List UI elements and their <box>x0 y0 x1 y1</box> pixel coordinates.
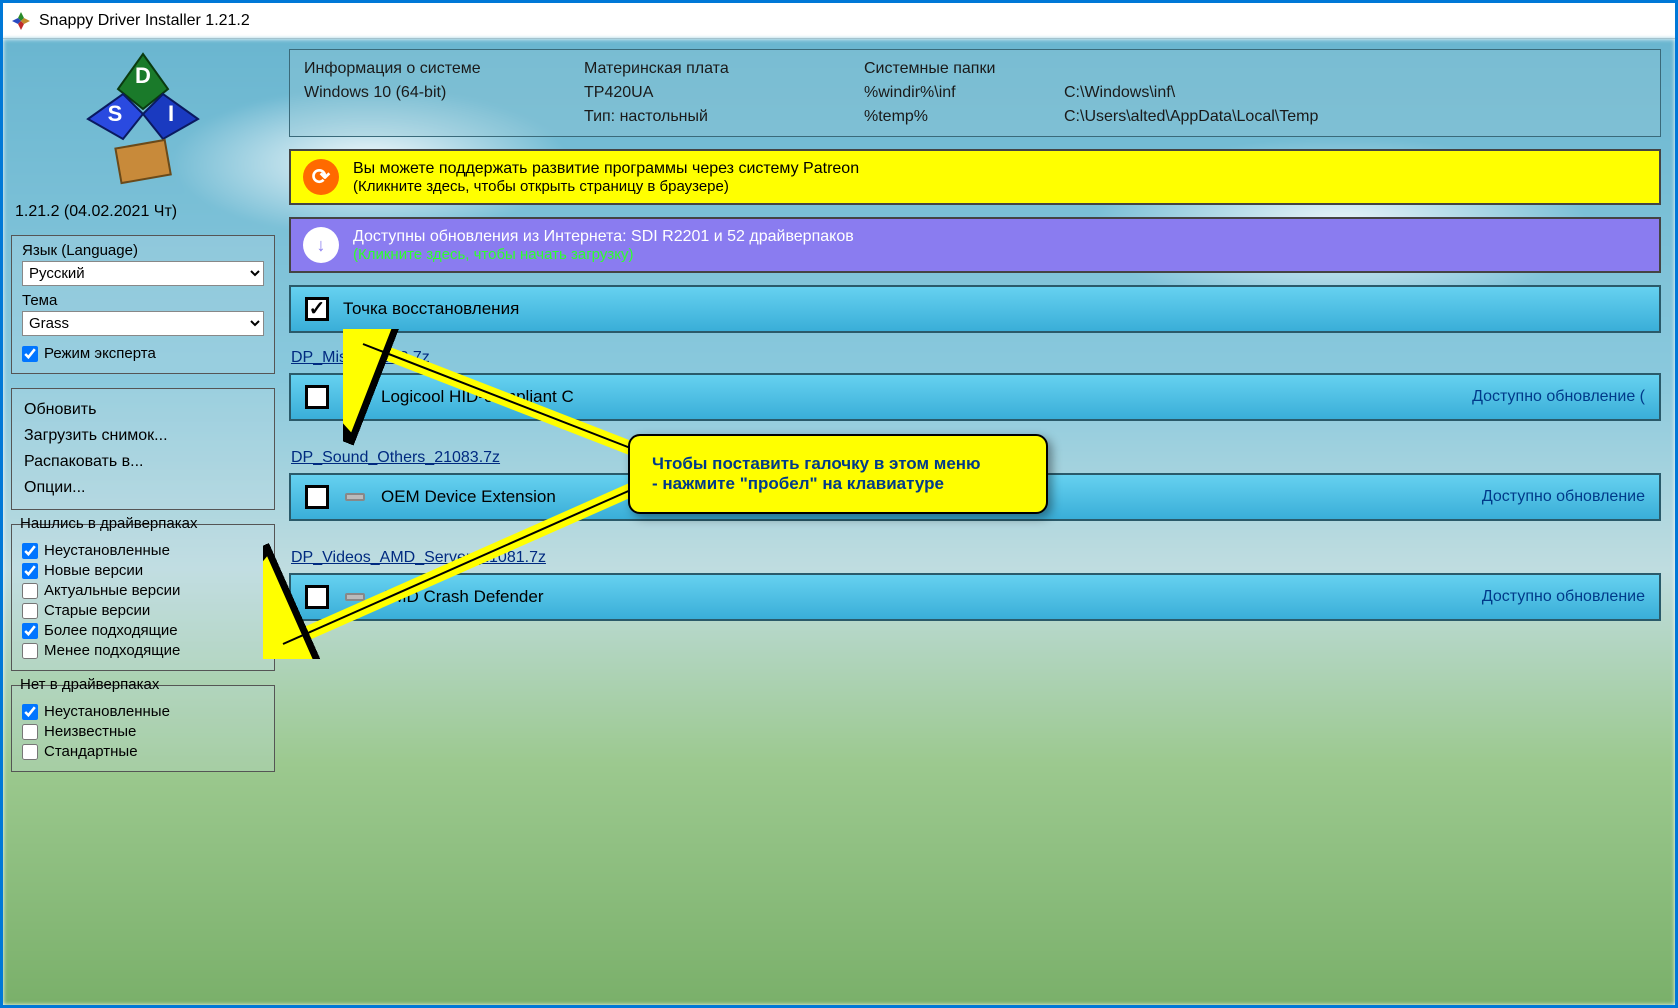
restore-point-row[interactable]: Точка восстановления <box>289 285 1661 333</box>
action-extract[interactable]: Распаковать в... <box>22 449 264 475</box>
driver-status: Доступно обновление ( <box>1472 388 1645 406</box>
app-logo: D S I <box>63 49 223 189</box>
notfound-item[interactable]: Стандартные <box>22 743 264 760</box>
svg-text:I: I <box>168 101 174 126</box>
updates-line2: (Кликните здесь, чтобы начать загрузку) <box>353 246 854 263</box>
driver-name: AMD Crash Defender <box>381 587 544 607</box>
actions-panel: Обновить Загрузить снимок... Распаковать… <box>11 388 275 510</box>
patreon-line1: Вы можете поддержать развитие программы … <box>353 160 859 178</box>
sysinfo-temp: %temp% <box>864 108 1064 126</box>
found-item[interactable]: Неустановленные <box>22 542 264 559</box>
driver-checkbox[interactable] <box>305 485 329 509</box>
sysinfo-type: Тип: настольный <box>584 108 864 126</box>
patreon-icon: ⟳ <box>303 159 339 195</box>
action-refresh[interactable]: Обновить <box>22 397 264 423</box>
device-icon <box>343 487 367 507</box>
driver-status: Доступно обновление <box>1482 588 1645 606</box>
restore-point-checkbox[interactable] <box>305 297 329 321</box>
action-load-snapshot[interactable]: Загрузить снимок... <box>22 423 264 449</box>
driver-row[interactable]: Logicool HID-compliant C Доступно обновле… <box>289 373 1661 421</box>
tutorial-callout: Чтобы поставить галочку в этом меню - на… <box>628 434 1048 514</box>
sysinfo-windir-path: C:\Windows\inf\ <box>1064 84 1646 102</box>
found-item[interactable]: Новые версии <box>22 562 264 579</box>
lang-label: Язык (Language) <box>22 242 264 259</box>
svg-text:D: D <box>135 63 151 88</box>
driver-group: DP_Videos_AMD_Server_21081.7zAMD Crash D… <box>289 545 1661 621</box>
theme-label: Тема <box>22 292 264 309</box>
found-item[interactable]: Более подходящие <box>22 622 264 639</box>
notfound-panel: Нет в драйверпаках НеустановленныеНеизве… <box>11 685 275 772</box>
action-options[interactable]: Опции... <box>22 475 264 501</box>
restore-point-label: Точка восстановления <box>343 299 519 319</box>
window-title: Snappy Driver Installer 1.21.2 <box>39 12 250 30</box>
patreon-banner[interactable]: ⟳ Вы можете поддержать развитие программ… <box>289 149 1661 205</box>
sysinfo-windir: %windir%\inf <box>864 84 1064 102</box>
driver-status: Доступно обновление <box>1482 488 1645 506</box>
driver-checkbox[interactable] <box>305 585 329 609</box>
device-icon <box>343 387 367 407</box>
sidebar: D S I 1.21.2 (04.02.2021 Чт) Язык (Langu… <box>3 39 283 1005</box>
main-area: Информация о системе Материнская плата С… <box>283 39 1675 1005</box>
driver-name: Logicool HID-compliant C <box>381 387 574 407</box>
found-panel: Нашлись в драйверпаках НеустановленныеНо… <box>11 524 275 671</box>
titlebar: Snappy Driver Installer 1.21.2 <box>3 3 1675 39</box>
found-item[interactable]: Старые версии <box>22 602 264 619</box>
notfound-legend: Нет в драйверпаках <box>20 676 159 693</box>
sysinfo-mb-header: Материнская плата <box>584 60 864 78</box>
group-title[interactable]: DP_Videos_AMD_Server_21081.7z <box>289 545 1661 571</box>
driver-row[interactable]: AMD Crash Defender Доступно обновление <box>289 573 1661 621</box>
sysinfo-header: Информация о системе <box>304 60 584 78</box>
download-icon: ↓ <box>303 227 339 263</box>
found-item[interactable]: Менее подходящие <box>22 642 264 659</box>
found-item[interactable]: Актуальные версии <box>22 582 264 599</box>
lang-panel: Язык (Language) Русский Тема Grass Режим… <box>11 235 275 374</box>
theme-select[interactable]: Grass <box>22 311 264 336</box>
updates-banner[interactable]: ↓ Доступны обновления из Интернета: SDI … <box>289 217 1661 273</box>
notfound-item[interactable]: Неустановленные <box>22 703 264 720</box>
notfound-item[interactable]: Неизвестные <box>22 723 264 740</box>
app-window: Snappy Driver Installer 1.21.2 D S I 1. <box>0 0 1678 1008</box>
sysinfo-mb: TP420UA <box>584 84 864 102</box>
device-icon <box>343 587 367 607</box>
sysinfo-temp-path: C:\Users\alted\AppData\Local\Temp <box>1064 108 1646 126</box>
driver-checkbox[interactable] <box>305 385 329 409</box>
group-title[interactable]: DP_Misc_21083.7z <box>289 345 1661 371</box>
version-text: 1.21.2 (04.02.2021 Чт) <box>11 203 275 221</box>
updates-line1: Доступны обновления из Интернета: SDI R2… <box>353 228 854 246</box>
found-legend: Нашлись в драйверпаках <box>20 515 197 532</box>
sysinfo-os: Windows 10 (64-bit) <box>304 84 584 102</box>
svg-text:S: S <box>108 101 123 126</box>
app-icon <box>11 11 31 31</box>
expert-mode-checkbox[interactable]: Режим эксперта <box>22 345 264 362</box>
driver-group: DP_Misc_21083.7zLogicool HID-compliant C… <box>289 345 1661 421</box>
patreon-line2: (Кликните здесь, чтобы открыть страницу … <box>353 178 859 195</box>
sysinfo-folders-header: Системные папки <box>864 60 1064 78</box>
lang-select[interactable]: Русский <box>22 261 264 286</box>
driver-name: OEM Device Extension <box>381 487 556 507</box>
system-info: Информация о системе Материнская плата С… <box>289 49 1661 137</box>
